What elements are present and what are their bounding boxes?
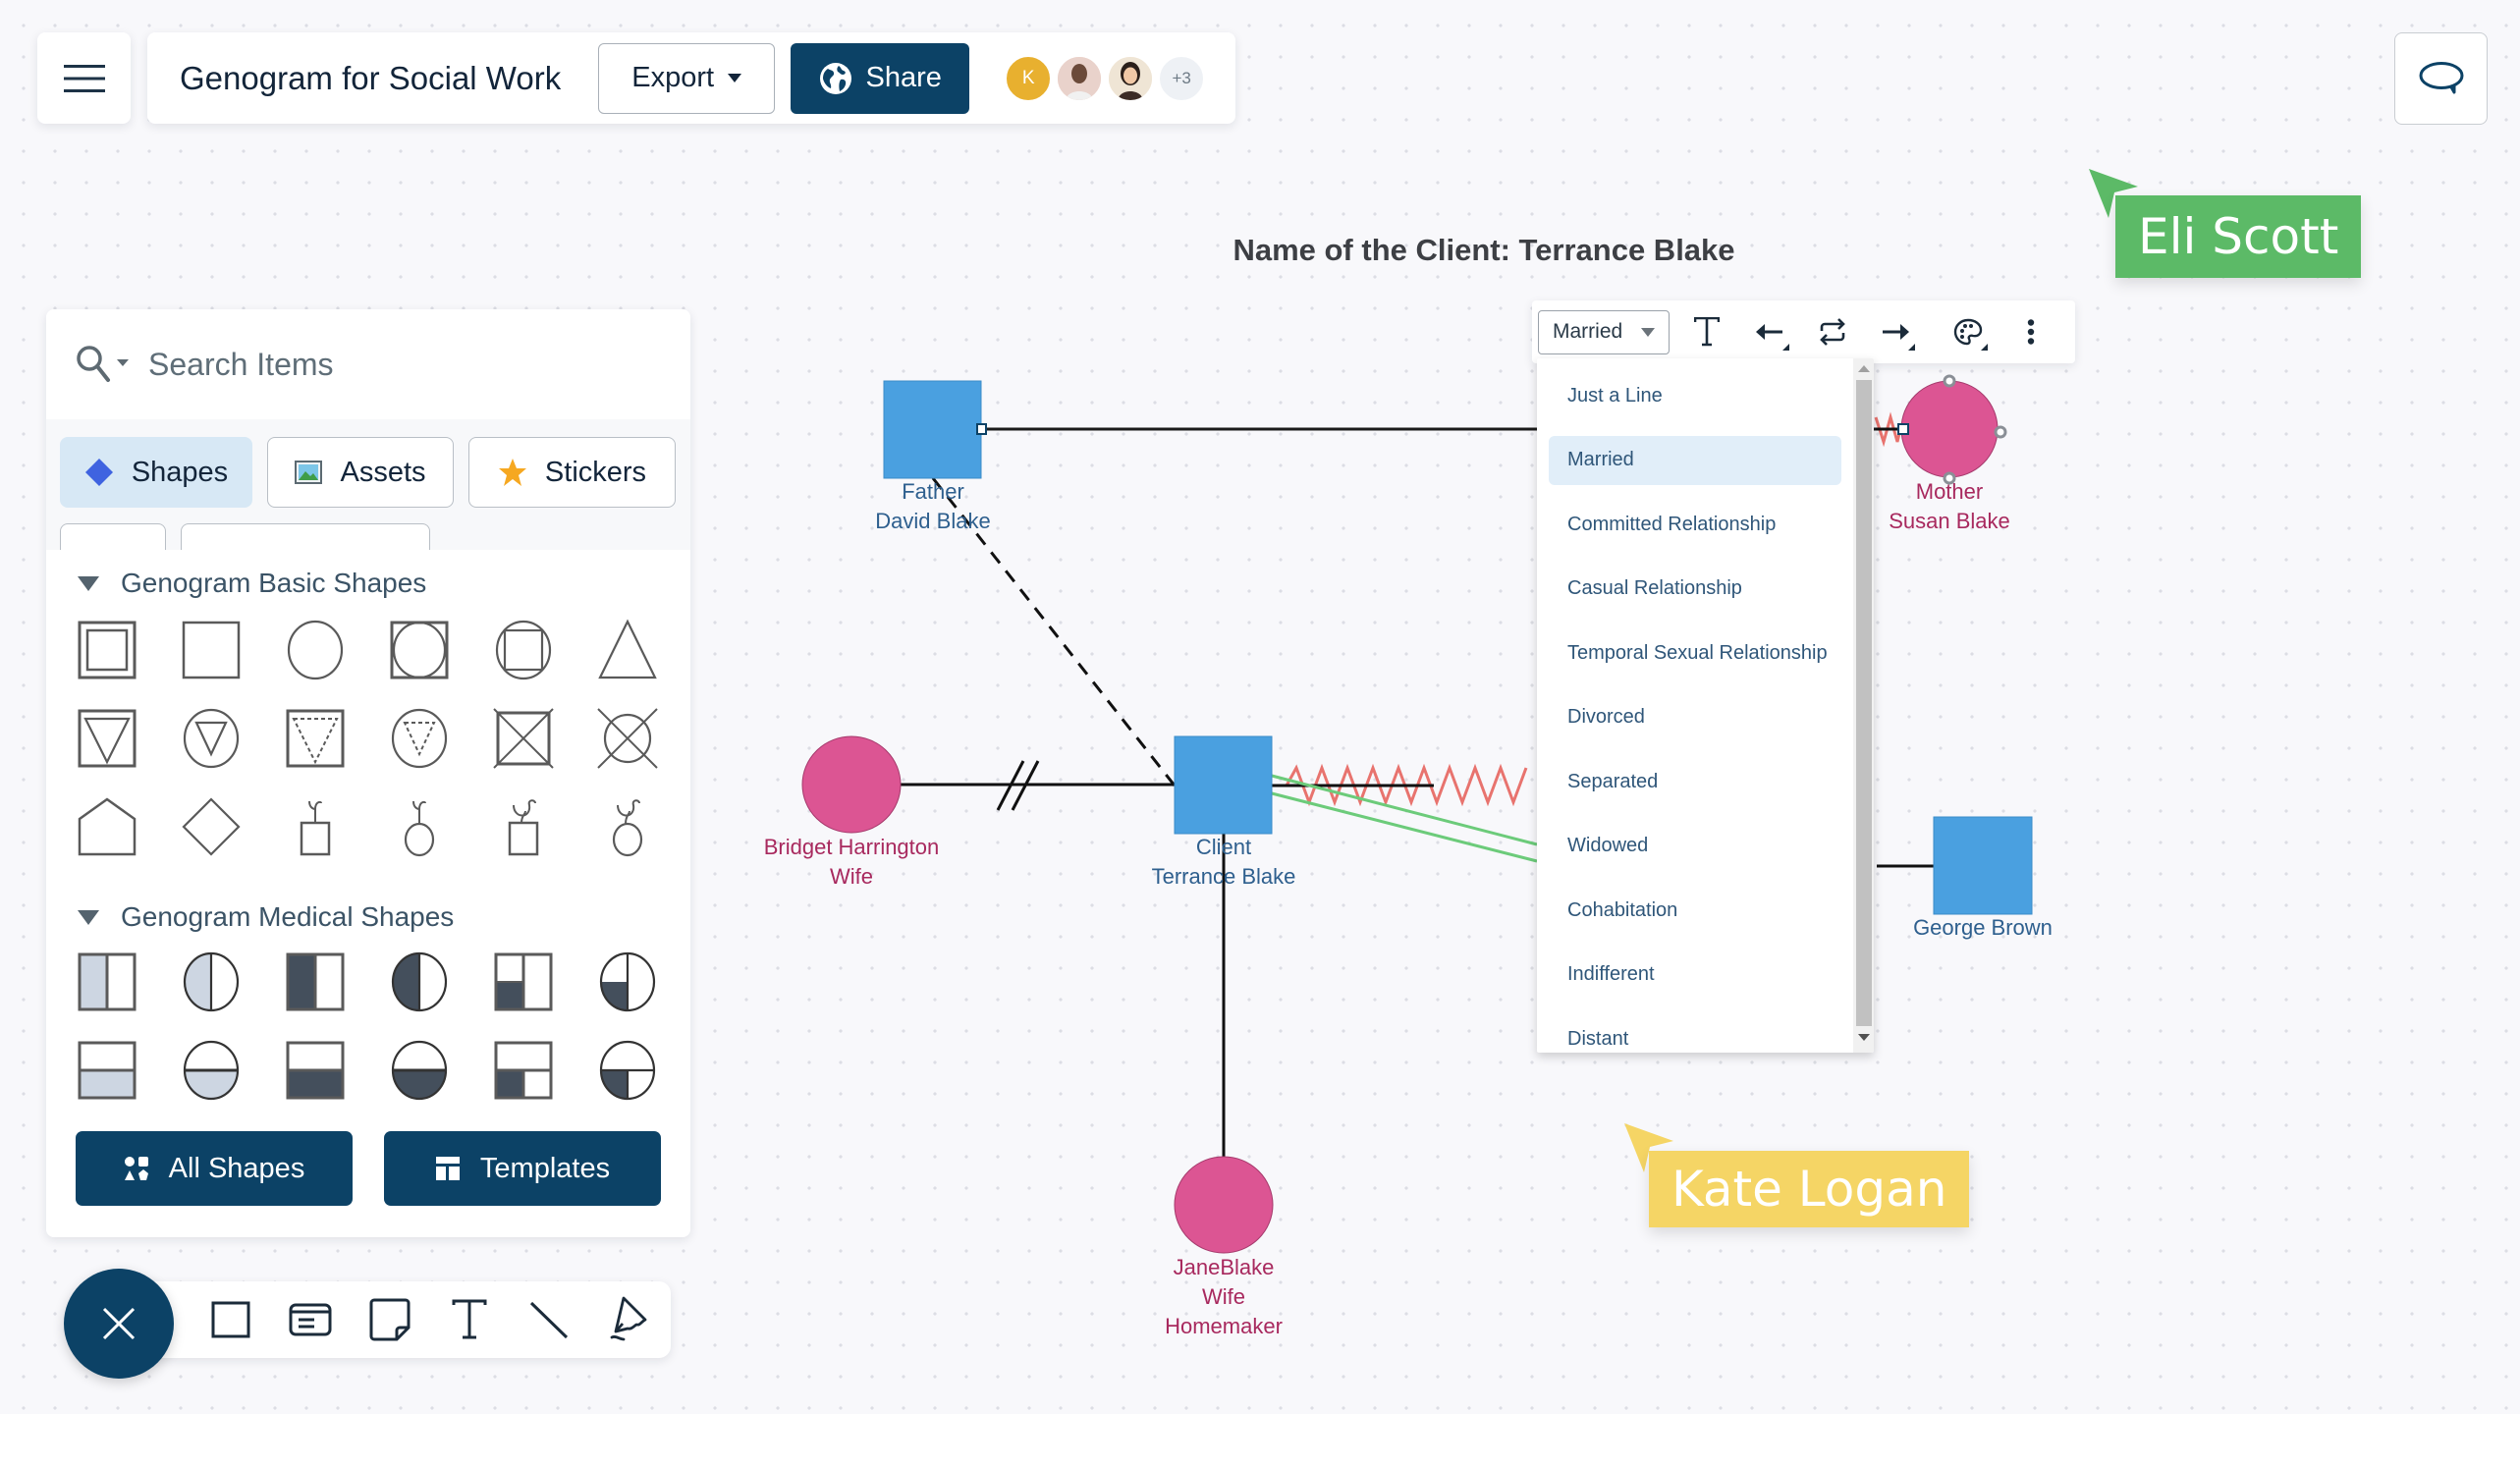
label-line: Father: [902, 479, 964, 504]
connection-handle[interactable]: [976, 423, 987, 435]
person-node-george[interactable]: [1933, 816, 2033, 915]
submenu-corner-icon: [1981, 344, 1988, 351]
person-label-father[interactable]: Father David Blake: [845, 477, 1021, 536]
label-line: Wife: [830, 864, 873, 889]
arrow-right-icon: [1883, 324, 1909, 340]
swap-icon: [1820, 318, 1845, 346]
start-arrow-button[interactable]: [1738, 307, 1801, 356]
caret-down-icon: [1641, 327, 1655, 337]
relationship-option[interactable]: Cohabitation: [1549, 886, 1841, 935]
scroll-down-arrow-icon[interactable]: [1858, 1034, 1870, 1041]
label-line: JaneBlake: [1173, 1255, 1275, 1279]
relationship-option[interactable]: Distant: [1549, 1014, 1841, 1053]
more-vertical-icon: [2027, 319, 2035, 345]
relationship-option[interactable]: Casual Relationship: [1549, 565, 1841, 614]
cursor-name: Eli Scott: [2138, 208, 2339, 265]
more-options-button[interactable]: [2000, 307, 2062, 356]
person-node-bridget[interactable]: [801, 735, 902, 834]
label-line: Wife: [1202, 1284, 1245, 1309]
relationship-option[interactable]: Divorced: [1549, 693, 1841, 742]
label-line: Mother: [1915, 479, 1984, 504]
relationship-type-value: Married: [1553, 320, 1623, 343]
submenu-corner-icon: [1782, 344, 1789, 351]
scroll-up-arrow-icon[interactable]: [1858, 365, 1870, 372]
relationship-type-dropdown: Just a Line Married Committed Relationship…: [1537, 358, 1874, 1053]
person-node-father[interactable]: [883, 380, 982, 479]
person-node-jane[interactable]: [1174, 1156, 1274, 1254]
connector-context-toolbar: Married: [1532, 300, 2075, 363]
person-node-client[interactable]: [1174, 735, 1273, 835]
text-icon: [1694, 317, 1720, 347]
end-arrow-button[interactable]: [1864, 307, 1927, 356]
relationship-option[interactable]: Married: [1549, 435, 1841, 485]
relationship-option[interactable]: Indifferent: [1549, 950, 1841, 1000]
label-line: Client: [1195, 835, 1252, 859]
label-line: Terrance Blake: [1151, 864, 1296, 889]
person-label-jane[interactable]: JaneBlake Wife Homemaker: [1125, 1253, 1322, 1341]
label-line: David Blake: [875, 509, 991, 533]
relationship-option[interactable]: Widowed: [1549, 822, 1841, 871]
connection-handle[interactable]: [1897, 423, 1909, 435]
resize-handle[interactable]: [1994, 425, 2007, 439]
resize-handle[interactable]: [1943, 374, 1956, 388]
relationship-option[interactable]: Just a Line: [1549, 371, 1841, 420]
swap-direction-button[interactable]: [1801, 307, 1864, 356]
relationship-option[interactable]: Committed Relationship: [1549, 500, 1841, 549]
collaborator-cursor-kate-logan: Kate Logan: [1649, 1151, 1970, 1227]
palette-icon: [1953, 318, 1983, 346]
scrollbar-thumb[interactable]: [1856, 380, 1872, 1026]
label-line: George Brown: [1913, 915, 2053, 940]
collaborator-cursor-eli-scott: Eli Scott: [2115, 195, 2362, 278]
relationship-option[interactable]: Temporal Sexual Relationship: [1549, 628, 1841, 678]
person-label-bridget[interactable]: Bridget Harrington Wife: [739, 833, 964, 892]
person-label-george[interactable]: George Brown: [1885, 913, 2081, 943]
color-button[interactable]: [1937, 307, 2000, 356]
text-button[interactable]: [1675, 307, 1738, 356]
relationship-option[interactable]: Separated: [1549, 757, 1841, 806]
person-node-mother[interactable]: [1900, 380, 1999, 478]
cursor-name: Kate Logan: [1671, 1161, 1947, 1218]
person-label-mother[interactable]: Mother Susan Blake: [1861, 477, 2038, 536]
submenu-corner-icon: [1908, 344, 1915, 351]
label-line: Homemaker: [1165, 1314, 1283, 1338]
label-line: Bridget Harrington: [763, 835, 940, 859]
arrow-left-icon: [1756, 324, 1782, 340]
person-label-client[interactable]: Client Terrance Blake: [1125, 833, 1322, 892]
label-line: Susan Blake: [1889, 509, 2010, 533]
dropdown-scrollbar[interactable]: [1853, 358, 1874, 1053]
relationship-type-select[interactable]: Married: [1538, 309, 1670, 354]
